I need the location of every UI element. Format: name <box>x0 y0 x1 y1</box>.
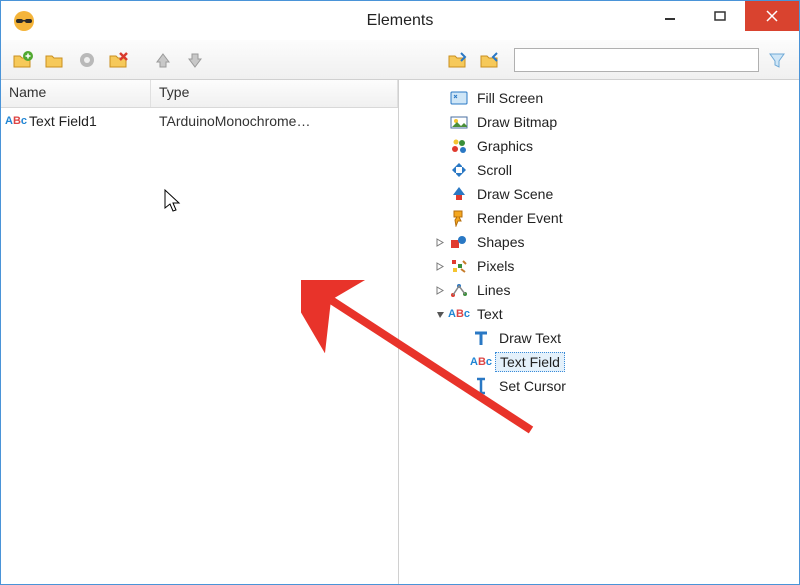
tree-item-label: Fill Screen <box>473 89 547 107</box>
add-folder-button[interactable] <box>9 46 37 74</box>
expand-icon[interactable] <box>433 235 447 249</box>
shapes-icon <box>449 233 469 251</box>
list-row-name: Text Field1 <box>29 113 97 129</box>
tree-item-label: Lines <box>473 281 514 299</box>
bitmap-icon <box>449 113 469 131</box>
maximize-button[interactable] <box>695 1 745 31</box>
tree-item-label: Set Cursor <box>495 377 570 395</box>
tree-item[interactable]: Render Event <box>411 206 795 230</box>
search-input[interactable] <box>514 48 759 72</box>
tree-item[interactable]: Fill Screen <box>411 86 795 110</box>
tree-item[interactable]: Draw Bitmap <box>411 110 795 134</box>
tree-item[interactable]: Pixels <box>411 254 795 278</box>
tree: Fill Screen Draw Bitmap Graphics Scroll Draw… <box>403 86 795 398</box>
list-row[interactable]: ABc Text Field1 TArduinoMonochrome… <box>1 108 398 134</box>
titlebar: Elements <box>1 0 799 40</box>
render-icon <box>449 209 469 227</box>
left-panel: Name Type ABc Text Field1 TArduinoMonoch… <box>1 80 399 584</box>
elements-window: Elements <box>0 0 800 585</box>
draw-text-icon <box>471 329 491 347</box>
tree-item[interactable]: Shapes <box>411 230 795 254</box>
tree-item-label: Scroll <box>473 161 516 179</box>
folder-out-button[interactable] <box>476 46 504 74</box>
right-panel: Fill Screen Draw Bitmap Graphics Scroll Draw… <box>399 80 799 584</box>
graphics-icon <box>449 137 469 155</box>
list-row-type: TArduinoMonochrome… <box>151 113 398 129</box>
scroll-icon <box>449 161 469 179</box>
pixels-icon <box>449 257 469 275</box>
tree-item[interactable]: Draw Scene <box>411 182 795 206</box>
tree-item-label: Draw Bitmap <box>473 113 561 131</box>
tree-item-label: Draw Scene <box>473 185 557 203</box>
lines-icon <box>449 281 469 299</box>
tree-item[interactable]: Graphics <box>411 134 795 158</box>
abc-icon: ABc <box>471 353 491 371</box>
tree-item-label: Text Field <box>495 352 565 372</box>
tree-item[interactable]: ABcText <box>411 302 795 326</box>
minimize-button[interactable] <box>645 1 695 31</box>
column-header-name[interactable]: Name <box>1 80 151 107</box>
list-header: Name Type <box>1 80 398 108</box>
filter-icon[interactable] <box>763 46 791 74</box>
up-arrow-button[interactable] <box>149 46 177 74</box>
tree-item[interactable]: ABcText Field <box>411 350 795 374</box>
close-button[interactable] <box>745 1 799 31</box>
column-header-type[interactable]: Type <box>151 80 398 107</box>
expand-icon[interactable] <box>433 259 447 273</box>
tree-item[interactable]: Lines <box>411 278 795 302</box>
tree-item-label: Pixels <box>473 257 518 275</box>
tree-item[interactable]: Scroll <box>411 158 795 182</box>
tree-item-label: Graphics <box>473 137 537 155</box>
collapse-icon[interactable] <box>433 307 447 321</box>
panels: Name Type ABc Text Field1 TArduinoMonoch… <box>1 80 799 584</box>
gear-button[interactable] <box>73 46 101 74</box>
cursor-icon <box>471 377 491 395</box>
tree-item[interactable]: Draw Text <box>411 326 795 350</box>
scene-icon <box>449 185 469 203</box>
abc-icon: ABc <box>449 305 469 323</box>
mouse-cursor-icon <box>163 188 183 214</box>
window-buttons <box>645 1 799 31</box>
app-icon <box>13 10 35 32</box>
down-arrow-button[interactable] <box>181 46 209 74</box>
delete-folder-button[interactable] <box>105 46 133 74</box>
tree-item[interactable]: Set Cursor <box>411 374 795 398</box>
fill-screen-icon <box>449 89 469 107</box>
folder-button[interactable] <box>41 46 69 74</box>
tree-item-label: Shapes <box>473 233 528 251</box>
expand-icon[interactable] <box>433 283 447 297</box>
toolbar <box>1 40 799 80</box>
tree-item-label: Text <box>473 305 507 323</box>
abc-icon: ABc <box>5 115 27 127</box>
folder-in-button[interactable] <box>444 46 472 74</box>
tree-item-label: Draw Text <box>495 329 565 347</box>
tree-item-label: Render Event <box>473 209 567 227</box>
